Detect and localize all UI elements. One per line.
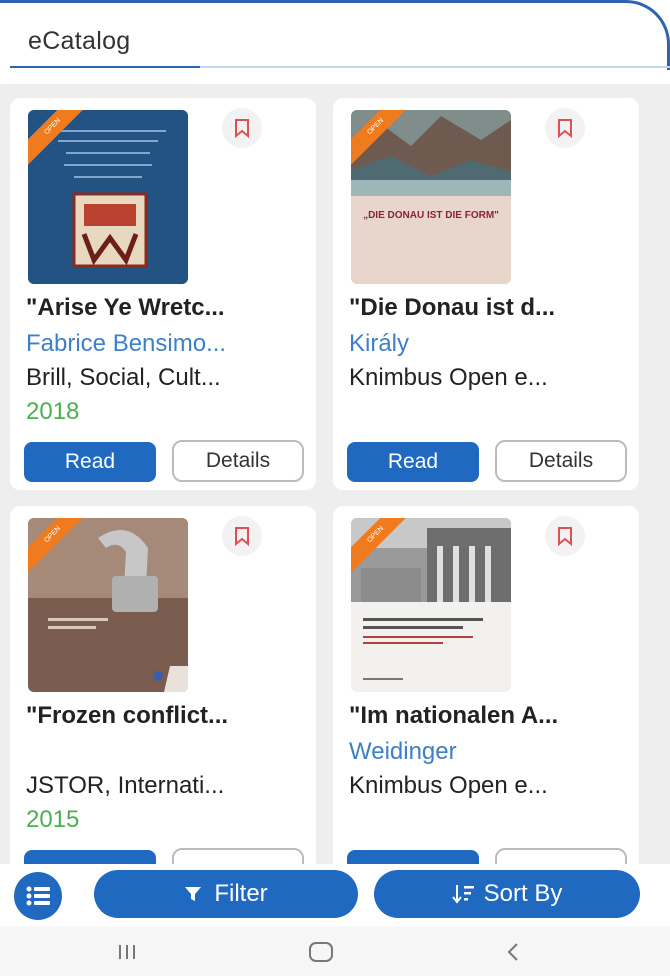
book-cover[interactable]: „DIE DONAU IST DIE FORM" OPEN [351,110,511,284]
read-button[interactable] [24,850,156,864]
book-card[interactable]: OPEN "Im nationalen A... Weidinger Knimb… [333,506,639,864]
recent-apps-icon [119,945,135,959]
details-button[interactable]: Details [172,440,304,482]
book-publisher: Brill, Social, Cult... [26,364,221,391]
system-navigation-bar [0,926,670,976]
book-cover[interactable]: OPEN [28,518,188,692]
home-button[interactable] [306,940,336,964]
back-button[interactable] [498,940,528,964]
details-button[interactable] [172,848,304,864]
book-title[interactable]: "Frozen conflict... [26,702,308,730]
cover-title-text: „DIE DONAU IST DIE FORM" [363,210,499,221]
list-icon [26,886,50,906]
book-year: 2015 [26,806,80,833]
filter-label: Filter [214,880,268,907]
book-author[interactable]: Fabrice Bensimo... [26,330,308,358]
book-author[interactable]: Weidinger [349,738,631,766]
details-button[interactable]: Details [495,440,627,482]
page-title: eCatalog [28,27,131,55]
book-card[interactable]: OPEN "Frozen conflict... JSTOR, Internat… [10,506,316,864]
list-view-button[interactable] [14,872,62,920]
book-cover[interactable]: OPEN [351,518,511,692]
book-author[interactable]: Király [349,330,631,358]
details-button[interactable] [495,848,627,864]
book-title[interactable]: "Die Donau ist d... [349,294,631,322]
book-card[interactable]: „DIE DONAU IST DIE FORM" OPEN "Die Donau… [333,98,639,490]
bookmark-button[interactable] [222,108,262,148]
bookmark-button[interactable] [545,516,585,556]
book-year: 2018 [26,398,80,425]
filter-button[interactable]: Filter [94,870,358,918]
catalog-grid[interactable]: OPEN "Arise Ye Wretc... Fabrice Bensimo.… [0,84,670,864]
app-header: eCatalog [0,0,670,70]
header-tab-indicator [10,66,670,68]
read-button[interactable]: Read [347,442,479,482]
bookmark-button[interactable] [545,108,585,148]
sort-icon [451,885,474,904]
read-button[interactable]: Read [24,442,156,482]
sort-by-button[interactable]: Sort By [374,870,640,918]
bookmark-icon [558,119,572,138]
read-button[interactable] [347,850,479,864]
home-icon [309,942,333,962]
book-title[interactable]: "Im nationalen A... [349,702,631,730]
back-icon [507,943,518,961]
sort-label: Sort By [483,880,563,907]
book-publisher: JSTOR, Internati... [26,772,225,799]
book-publisher: Knimbus Open e... [349,364,548,391]
book-card[interactable]: OPEN "Arise Ye Wretc... Fabrice Bensimo.… [10,98,316,490]
bookmark-icon [235,119,249,138]
book-cover[interactable]: OPEN [28,110,188,284]
bookmark-icon [558,527,572,546]
filter-icon [185,887,202,901]
bottom-toolbar: Filter Sort By [0,864,670,926]
book-title[interactable]: "Arise Ye Wretc... [26,294,308,322]
book-publisher: Knimbus Open e... [349,772,548,799]
bookmark-icon [235,527,249,546]
bookmark-button[interactable] [222,516,262,556]
recent-apps-button[interactable] [112,940,142,964]
